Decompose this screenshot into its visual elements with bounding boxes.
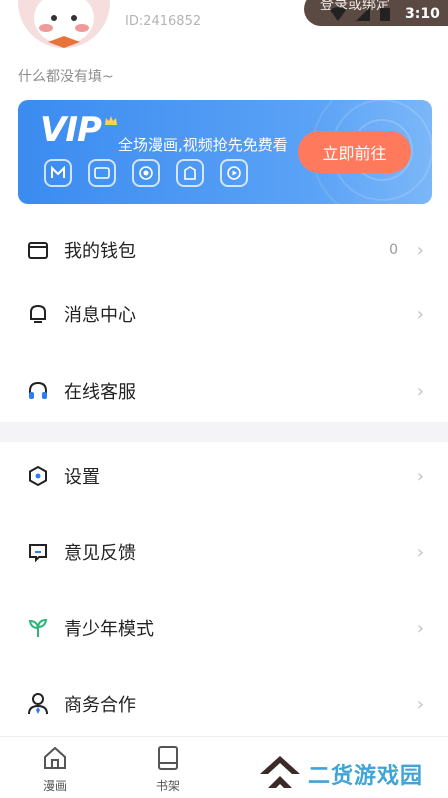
bookshelf-icon	[156, 746, 180, 775]
ad-free-perk-icon	[88, 159, 116, 187]
menu-item-business[interactable]: 商务合作 ›	[0, 676, 448, 732]
vip-logo: VIP	[40, 110, 102, 150]
avatar[interactable]	[18, 0, 110, 48]
menu-item-teen-mode[interactable]: 青少年模式 ›	[0, 600, 448, 656]
wallet-icon	[26, 238, 50, 262]
menu-item-feedback[interactable]: 意见反馈 ›	[0, 524, 448, 580]
status-time: 3:10	[405, 6, 440, 22]
watermark-text: 二货游戏园	[308, 764, 424, 789]
user-bio: 什么都没有填~	[18, 69, 114, 85]
wifi-icon	[330, 6, 346, 25]
user-id: ID:2416852	[125, 14, 202, 29]
menu-item-customer-service[interactable]: 在线客服 ›	[0, 363, 448, 419]
nav-tab-bookshelf[interactable]: 书架	[138, 745, 198, 794]
settings-icon	[26, 464, 50, 488]
bell-icon	[26, 302, 50, 326]
watermark: 二货游戏园	[258, 754, 423, 794]
home-icon	[42, 746, 68, 775]
vip-description: 全场漫画,视频抢先免费看	[118, 136, 288, 154]
chevron-right-icon: ›	[416, 303, 424, 325]
sprout-icon	[26, 616, 50, 640]
chevron-right-icon: ›	[416, 693, 424, 715]
feedback-icon	[26, 540, 50, 564]
menu-label-feedback: 意见反馈	[64, 543, 136, 564]
menu-item-messages[interactable]: 消息中心 ›	[0, 286, 448, 342]
vip-perks	[44, 159, 248, 187]
wallet-balance: 0	[389, 242, 398, 258]
menu-label-teen-mode: 青少年模式	[64, 619, 154, 640]
nav-label-comics: 漫画	[42, 779, 67, 793]
headset-icon	[26, 379, 50, 403]
chevron-right-icon: ›	[416, 380, 424, 402]
crown-icon	[104, 112, 118, 131]
status-icons	[330, 6, 390, 25]
chevron-right-icon: ›	[416, 617, 424, 639]
menu-label-business: 商务合作	[64, 695, 136, 716]
nav-tab-comics[interactable]: 漫画	[25, 745, 85, 794]
favorite-perk-icon	[132, 159, 160, 187]
chevron-up-logo-icon	[258, 754, 302, 794]
chevron-right-icon: ›	[416, 465, 424, 487]
vip-go-button[interactable]: 立即前往	[298, 131, 411, 173]
nav-label-bookshelf: 书架	[155, 779, 180, 793]
menu-label-customer-service: 在线客服	[64, 382, 136, 403]
menu-item-settings[interactable]: 设置 ›	[0, 448, 448, 504]
battery-icon	[380, 6, 390, 25]
video-perk-icon	[220, 159, 248, 187]
chevron-right-icon: ›	[416, 239, 424, 261]
gift-perk-icon	[176, 159, 204, 187]
chevron-right-icon: ›	[416, 541, 424, 563]
menu-label-wallet: 我的钱包	[64, 241, 136, 262]
menu-label-messages: 消息中心	[64, 305, 136, 326]
menu-item-wallet[interactable]: 我的钱包 0 ›	[0, 222, 448, 278]
menu-label-settings: 设置	[64, 467, 100, 488]
vip-banner[interactable]: VIP 全场漫画,视频抢先免费看 立即前往	[18, 100, 432, 204]
business-person-icon	[26, 692, 50, 716]
manga-perk-icon	[44, 159, 72, 187]
section-divider	[0, 422, 448, 442]
signal-icon	[356, 6, 370, 25]
